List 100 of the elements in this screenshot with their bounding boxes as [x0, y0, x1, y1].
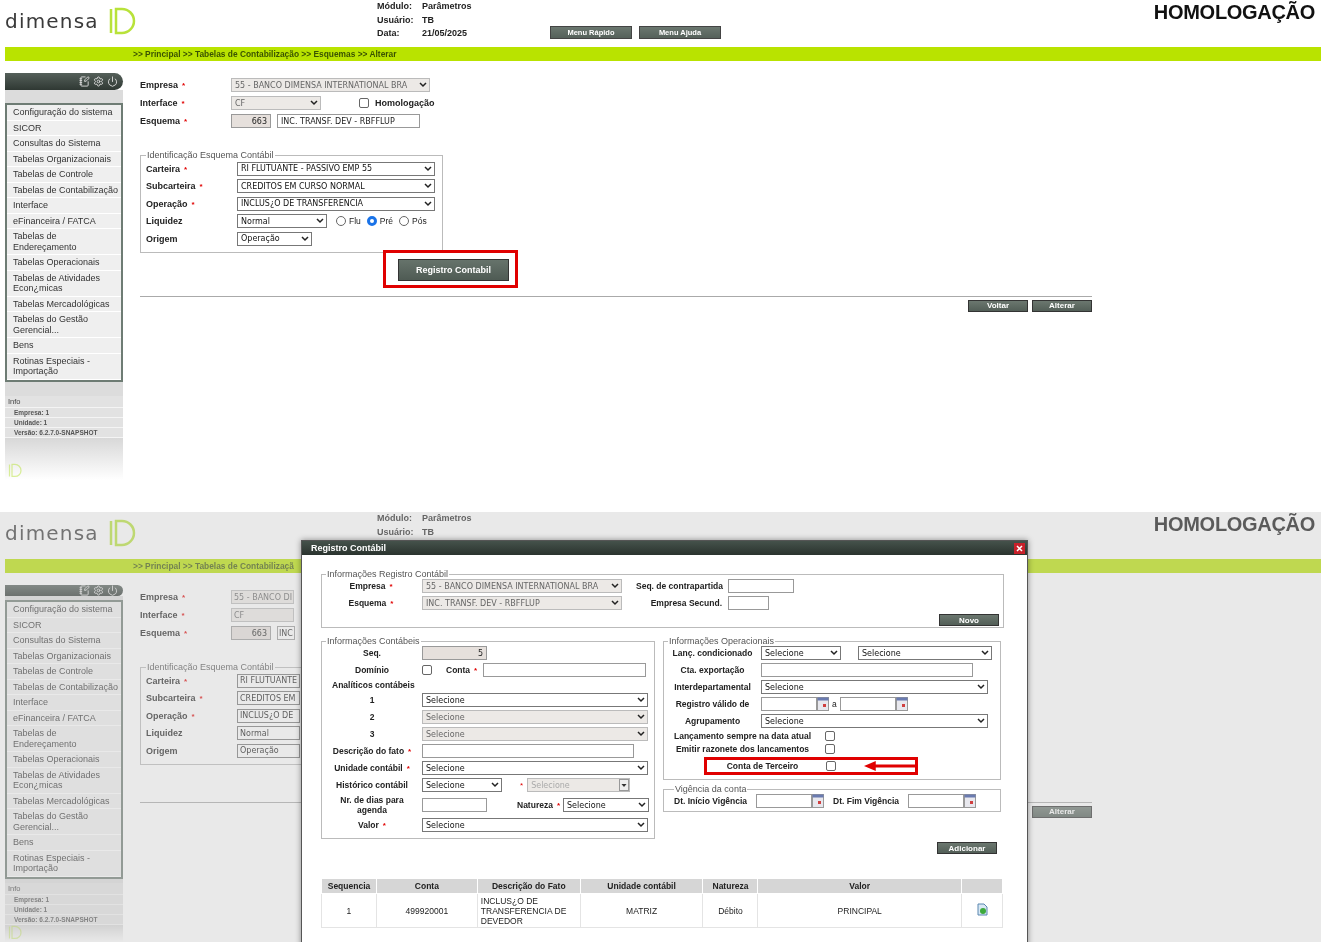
close-icon[interactable]	[1014, 542, 1025, 554]
radio-button[interactable]	[399, 216, 410, 227]
settings-icon[interactable]	[93, 585, 104, 596]
checkbox[interactable]	[825, 761, 836, 771]
dropdown[interactable]: Selecione	[422, 778, 502, 792]
date-field[interactable]	[761, 697, 817, 711]
dropdown[interactable]: INCLUS¿O DE	[237, 708, 300, 723]
date-field[interactable]	[908, 794, 965, 808]
sidebar-item[interactable]: Consultas do Sistema	[7, 633, 121, 649]
power-icon[interactable]	[107, 585, 118, 596]
sidebar-item[interactable]: Tabelas de Contabilização	[7, 182, 121, 198]
dropdown[interactable]: Selecione	[422, 818, 648, 832]
field-label: Domínio	[354, 665, 390, 675]
sidebar-item[interactable]: eFinanceira / FATCA	[7, 213, 121, 229]
checkbox[interactable]	[825, 731, 835, 741]
radio-button[interactable]	[366, 216, 377, 227]
sidebar-item[interactable]: Tabelas de Controle	[7, 664, 121, 680]
sidebar-item[interactable]: Rotinas Especiais - Importação	[7, 850, 121, 877]
sidebar-item[interactable]: Tabelas Operacionais	[7, 255, 121, 271]
sidebar-item[interactable]: Interface	[7, 198, 121, 214]
chevron-icon	[830, 650, 838, 656]
sidebar-item[interactable]: SICOR	[7, 120, 121, 136]
notebook-icon[interactable]	[79, 585, 90, 596]
dropdown[interactable]: Operação	[237, 743, 300, 758]
settings-icon[interactable]	[93, 76, 104, 87]
pointer-arrow	[863, 761, 915, 771]
sidebar-item[interactable]: Tabelas do Gestão Gerencial...	[7, 809, 121, 836]
sidebar-item[interactable]: Tabelas de Contabilização	[7, 679, 121, 696]
input-field[interactable]	[728, 596, 769, 610]
dropdown[interactable]: CREDITOS EM CURSO NORMAL	[237, 179, 435, 194]
checkbox[interactable]	[825, 744, 835, 754]
checkbox[interactable]	[422, 665, 432, 675]
dropdown[interactable]: Selecione	[563, 798, 650, 812]
dropdown[interactable]: Selecione	[761, 714, 988, 728]
section-label: Analíticos contábeis	[331, 680, 416, 690]
dropdown[interactable]: Selecione	[761, 680, 988, 694]
notebook-icon[interactable]	[79, 76, 90, 87]
sidebar-item[interactable]: Tabelas de Atividades Econ¿micas	[7, 767, 121, 794]
sidebar-item[interactable]: Rotinas Especiais - Importação	[7, 353, 121, 380]
input-field[interactable]	[483, 663, 647, 677]
field-label: Valor *	[357, 820, 387, 830]
dropdown[interactable]: Normal	[237, 214, 327, 229]
date-field[interactable]	[839, 697, 896, 711]
sidebar-item[interactable]: Tabelas Operacionais	[7, 752, 121, 768]
dropdown[interactable]: RI FLUTUANTE - PASSIVO EMP 55	[237, 161, 435, 176]
code-field[interactable]: 663	[231, 114, 271, 128]
field-label: Carteira *	[146, 163, 189, 174]
dropdown[interactable]: Normal	[237, 726, 300, 741]
new-button[interactable]: Novo	[939, 614, 999, 626]
sidebar-item[interactable]: Interface	[7, 695, 121, 711]
field-label: Unidade contábil *	[333, 763, 411, 773]
dropdown[interactable]: Selecione	[422, 693, 648, 707]
sidebar-item[interactable]: Tabelas de Atividades Econ¿micas	[7, 270, 121, 297]
action-button[interactable]: Voltar	[968, 299, 1028, 312]
sidebar-item[interactable]: eFinanceira / FATCA	[7, 710, 121, 727]
sidebar-item[interactable]: Configuração do sistema	[7, 105, 121, 121]
sidebar-item[interactable]: Bens	[7, 835, 121, 851]
sidebar-item[interactable]: Tabelas do Gestão Gerencial...	[7, 312, 121, 338]
calendar-icon[interactable]	[817, 697, 829, 711]
power-icon[interactable]	[107, 76, 118, 87]
dropdown[interactable]: Selecione	[761, 646, 841, 660]
sidebar-item[interactable]: Configuração do sistema	[7, 602, 121, 618]
name-field[interactable]: INC. TRANSF. DEV - RBFFLUP	[277, 114, 420, 128]
calendar-icon[interactable]	[895, 697, 908, 711]
date-field[interactable]	[756, 794, 813, 808]
input-field[interactable]	[422, 744, 634, 758]
field-label: Esquema *	[347, 598, 395, 608]
dropdown[interactable]: Operação	[237, 231, 312, 246]
action-button[interactable]: Alterar	[1032, 299, 1092, 312]
sidebar-item[interactable]: SICOR	[7, 617, 121, 634]
sidebar-item[interactable]: Tabelas de Endereçamento	[7, 229, 121, 255]
input-field[interactable]	[422, 798, 487, 812]
code-field[interactable]: 663	[231, 626, 271, 640]
sidebar-item[interactable]: Tabelas Mercadológicas	[7, 793, 121, 810]
sidebar-item[interactable]: Bens	[7, 338, 121, 354]
chevron-icon	[637, 765, 645, 771]
calendar-icon[interactable]	[812, 794, 825, 808]
sidebar-item[interactable]: Consultas do Sistema	[7, 136, 121, 152]
dropdown[interactable]: INCLUS¿O DE TRANSFERENCIA	[237, 196, 435, 211]
document-icon[interactable]	[976, 903, 988, 916]
group-legend: Identificação Esquema Contábil	[146, 150, 275, 160]
dropdown[interactable]: CREDITOS EM	[237, 691, 300, 706]
registro-button[interactable]: Registro Contabil	[398, 258, 509, 281]
dropdown[interactable]: RI FLUTUANTE	[237, 673, 300, 688]
sidebar-item[interactable]: Tabelas de Controle	[7, 167, 121, 183]
column-header: Descrição do Fato	[477, 878, 581, 894]
sidebar-item[interactable]: Tabelas Mercadológicas	[7, 296, 121, 312]
field-label: Interface *	[140, 98, 186, 108]
dropdown[interactable]: Selecione	[422, 761, 648, 775]
sidebar-item[interactable]: Tabelas Organizacionais	[7, 648, 121, 665]
radio-button[interactable]	[336, 216, 346, 227]
required-mark: *	[520, 780, 524, 790]
sidebar-item[interactable]: Tabelas de Endereçamento	[7, 726, 121, 753]
add-button[interactable]: Adicionar	[937, 842, 997, 854]
sidebar-item[interactable]: Tabelas Organizacionais	[7, 151, 121, 167]
calendar-icon[interactable]	[964, 794, 977, 808]
input-field[interactable]	[728, 579, 794, 593]
input-field[interactable]	[761, 663, 973, 677]
dropdown[interactable]: Selecione	[858, 646, 992, 660]
name-field[interactable]: INC	[277, 626, 295, 640]
